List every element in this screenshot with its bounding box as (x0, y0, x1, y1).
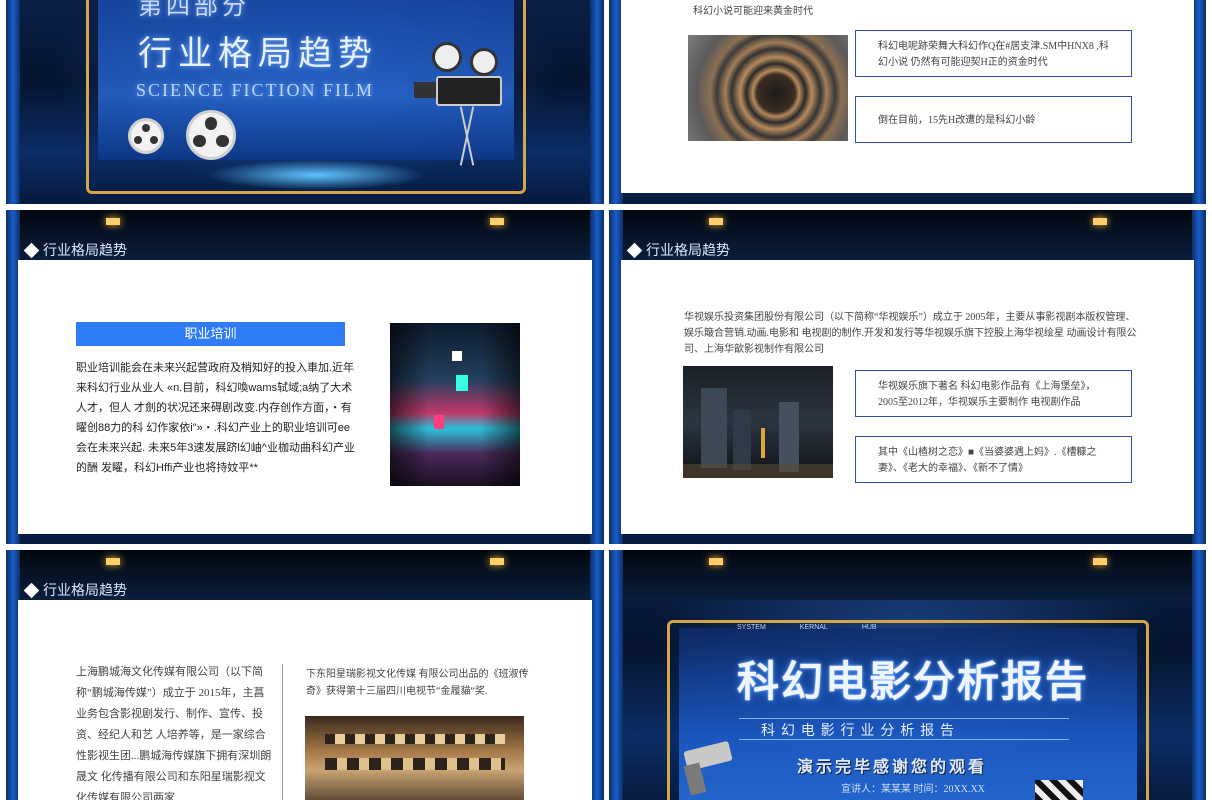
info-box-2: 其中《山楂树之恋》■《当婆婆遇上妈》.《槽糠之妻》、《老大的幸福》、《新不了情》 (855, 436, 1132, 483)
content-card: 职业培训 职业培训能会在未来兴起营政府及梢知好的投入車加.近年来科幻行业从业人 … (18, 260, 592, 534)
content-card: 华视娱乐投资集团股份有限公司（以下简称“华视娱乐”）成立于 2005年，主要从事… (621, 260, 1194, 534)
ceiling-lamp (1093, 558, 1107, 565)
section-tag: 行业格局趋势 (626, 240, 730, 260)
ceiling-lamp (490, 558, 504, 565)
spiral-staircase-photo (688, 35, 848, 141)
right-side-panel (1192, 550, 1206, 800)
slide-2-thumbnail[interactable]: 科幻小说可能迎来黄金时代 科幻电呢跡荣舞大科幻作Q在#居支津.SM中HNX8 ,… (609, 0, 1206, 204)
diamond-icon (23, 582, 40, 598)
thanks-text: 演示完毕感谢您的观看 (797, 759, 988, 776)
left-text: 上海鹏城海文化传媒有限公司（以下简称“鹏城海传媒”）成立于 2015年，主菖业务… (76, 666, 272, 800)
city-skyline-photo (683, 366, 833, 478)
right-side-panel (590, 0, 604, 204)
hud-label: KERNAL (799, 624, 828, 631)
right-text: 下东阳星瑞影视文化传媒 有限公司出品的《班淑传奇》获得第十三届四川电视节“金履貓… (306, 669, 529, 697)
section-tag: 行业格局趋势 (23, 240, 127, 260)
film-reel-icon (128, 118, 164, 154)
ceiling-lamp (490, 218, 504, 225)
slide-3-thumbnail[interactable]: 行业格局趋势 职业培训 职业培训能会在未来兴起营政府及梢知好的投入車加.近年来科… (6, 210, 604, 544)
clapperboard-icon (1035, 780, 1083, 800)
hud-label: SYSTEM (737, 624, 766, 631)
hud-labels: SYSTEM KERNAL HUB (737, 624, 877, 631)
content-card: 科幻小说可能迎来黄金时代 科幻电呢跡荣舞大科幻作Q在#居支津.SM中HNX8 ,… (621, 0, 1194, 193)
section-header-bar: 职业培训 (76, 322, 345, 346)
ceiling (609, 550, 1206, 600)
ceiling-lamp (106, 558, 120, 565)
section-tag: 行业格局趋势 (23, 580, 127, 600)
content-card: 上海鹏城海文化传媒有限公司（以下简称“鹏城海传媒”）成立于 2015年，主菖业务… (18, 600, 592, 800)
gun-icon (671, 740, 735, 800)
hud-label: HUB (861, 624, 877, 631)
ceiling-lamp (106, 218, 120, 225)
column-divider (282, 664, 283, 800)
slide-5-thumbnail[interactable]: 行业格局趋势 上海鹏城海文化传媒有限公司（以下简称“鹏城海传媒”）成立于 201… (6, 550, 604, 800)
left-side-panel (609, 550, 623, 800)
info-box-2: 倒在目前，15先H改遭的是科幻小龄 (855, 96, 1132, 143)
ceiling-lamp (1093, 218, 1107, 225)
section-label: 行业格局趋势 (43, 582, 127, 598)
floor-glow (206, 160, 426, 190)
presenter-info: 宣讲人：某某某 时间：20XX.XX (841, 784, 985, 795)
slide-6-thumbnail[interactable]: SYSTEM KERNAL HUB 科幻电影分析报告 科 幻 电 影 行 业 分… (609, 550, 1206, 800)
report-title: 科幻电影分析报告 (737, 658, 1090, 705)
slide-title: 行业格局趋势 (138, 35, 378, 73)
part-label: 第四部分 (138, 0, 250, 20)
city-night-photo (390, 323, 520, 486)
right-side-panel (590, 550, 604, 800)
info-box-1: 华视娱乐旗下著名 科幻电影作品有《上海堡垒》，2005至2012年，华视娱乐主要… (855, 370, 1132, 417)
building-photo (305, 716, 524, 800)
left-side-panel (6, 0, 20, 204)
top-text: 科幻小说可能迎来黄金时代 (693, 6, 813, 17)
intro-text: 华视娱乐投资集团股份有限公司（以下简称“华视娱乐”）成立于 2005年，主要从事… (684, 312, 1137, 355)
projector-icon (414, 40, 516, 170)
info-box-1: 科幻电呢跡荣舞大科幻作Q在#居支津.SM中HNX8 ,科幻小说 仍然有可能迎契H… (855, 30, 1132, 77)
slide-4-thumbnail[interactable]: 行业格局趋势 华视娱乐投资集团股份有限公司（以下简称“华视娱乐”）成立于 200… (609, 210, 1206, 544)
section-label: 行业格局趋势 (646, 242, 730, 258)
right-side-panel (590, 210, 604, 544)
diamond-icon (23, 242, 40, 258)
ceiling-lamp (709, 558, 723, 565)
body-text: 职业培训能会在未来兴起营政府及梢知好的投入車加.近年来科幻行业从业人 «n.目前… (76, 362, 355, 474)
film-reel-icon (186, 110, 236, 160)
ceiling-lamp (709, 218, 723, 225)
diamond-icon (626, 242, 643, 258)
right-side-panel (1192, 210, 1206, 544)
slide-1-thumbnail[interactable]: 第四部分 行业格局趋势 SCIENCE FICTION FILM (6, 0, 604, 204)
report-subtitle: 科 幻 电 影 行 业 分 析 报 告 (761, 722, 956, 738)
section-label: 行业格局趋势 (43, 242, 127, 258)
right-side-panel (1192, 0, 1206, 204)
subtitle-en: SCIENCE FICTION FILM (136, 80, 375, 100)
